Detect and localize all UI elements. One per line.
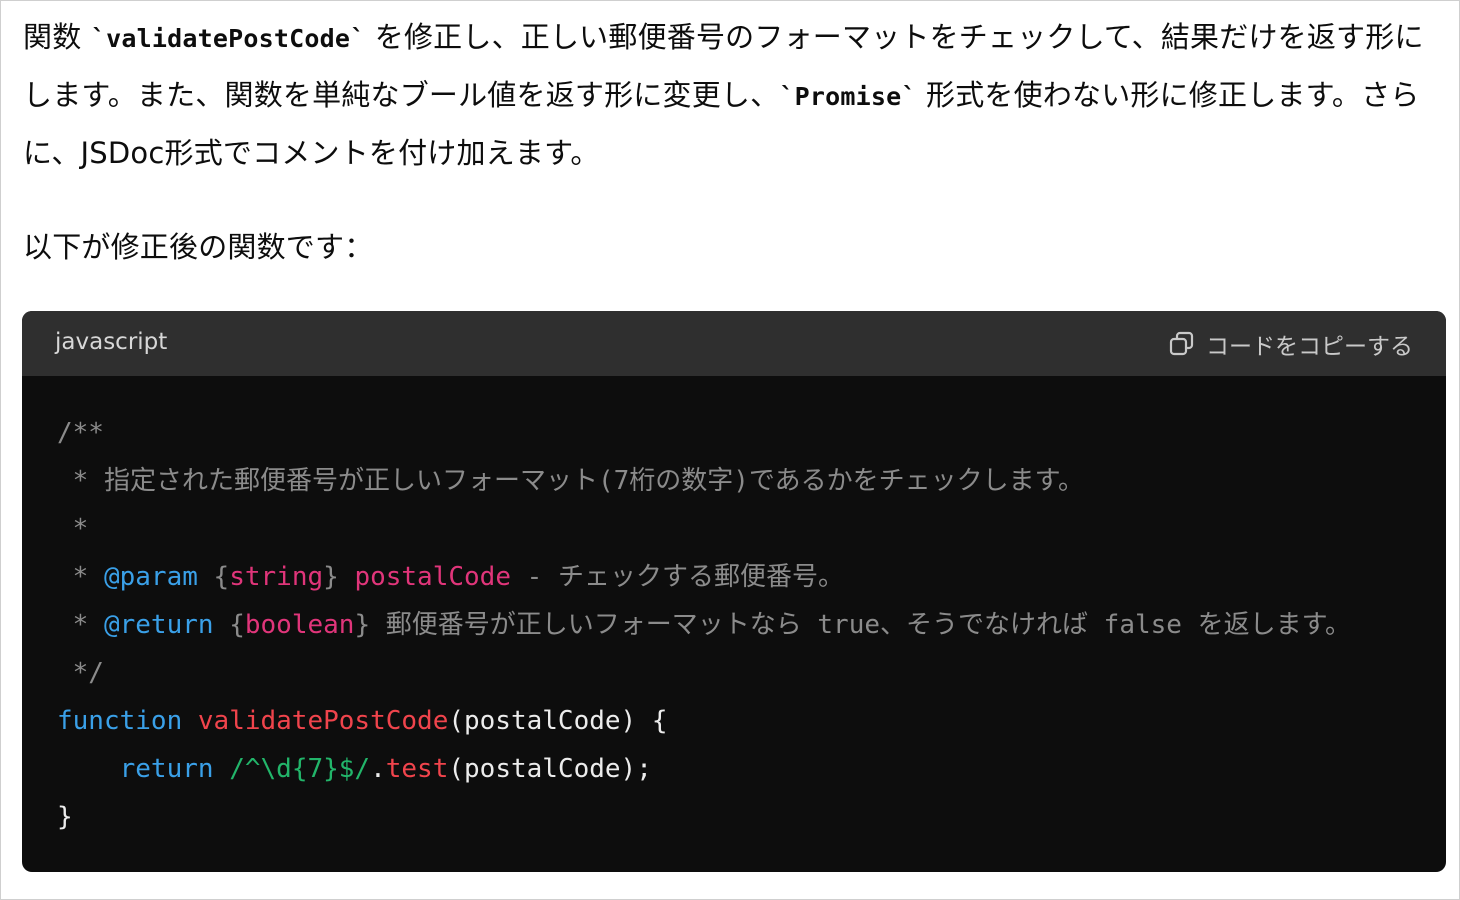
code-content: /** * 指定された郵便番号が正しいフォーマット(7桁の数字)であるかをチェッ…: [57, 409, 1351, 841]
intro-paragraph: 関数 `validatePostCode` を修正し、正しい郵便番号のフォーマッ…: [23, 9, 1438, 181]
code-line-9: }: [57, 802, 73, 832]
jsdoc-return-desc: 郵便番号が正しいフォーマットなら true、そうでなければ false を返しま…: [385, 610, 1351, 640]
jsdoc-param-name: postalCode: [354, 562, 511, 592]
type-brace-close: }: [354, 610, 386, 640]
code-line-7: function validatePostCode(postalCode) {: [57, 706, 668, 736]
code-line-8: return /^\d{7}$/.test(postalCode);: [57, 754, 652, 784]
jsdoc-param-tag: @param: [103, 562, 198, 592]
lead-in-paragraph: 以下が修正後の関数です：: [23, 230, 374, 264]
code-block: javascript コードをコピーする /** * 指定された郵便番号が正しい…: [22, 311, 1446, 872]
comment-star: *: [57, 610, 104, 640]
inline-code-promise: `Promise`: [779, 82, 917, 111]
member-dot: .: [370, 754, 386, 784]
code-line-5: * @return {boolean} 郵便番号が正しいフォーマットなら tru…: [57, 610, 1351, 640]
assistant-message: 関数 `validatePostCode` を修正し、正しい郵便番号のフォーマッ…: [23, 9, 1438, 275]
function-name: validatePostCode: [197, 706, 449, 736]
code-line-3: *: [57, 514, 89, 544]
type-brace-close: }: [323, 562, 355, 592]
keyword-return: return: [119, 754, 214, 784]
comment-star: *: [57, 562, 104, 592]
code-language-label: javascript: [55, 329, 168, 355]
copy-code-button[interactable]: コードをコピーする: [1168, 328, 1413, 360]
function-signature: (postalCode) {: [448, 706, 668, 736]
code-block-header: javascript コードをコピーする: [22, 311, 1446, 376]
regex-literal: /^\d{7}$/: [229, 754, 371, 784]
inline-code-function-name: `validatePostCode`: [90, 24, 366, 53]
jsdoc-return-tag: @return: [103, 610, 214, 640]
copy-icon: [1168, 330, 1196, 358]
jsdoc-type: boolean: [244, 610, 355, 640]
code-line-4: * @param {string} postalCode - チェックする郵便番…: [57, 562, 844, 592]
intro-text-1: 関数: [23, 20, 91, 54]
type-brace-open: {: [197, 562, 230, 592]
keyword-function: function: [57, 706, 183, 736]
copy-code-label: コードをコピーする: [1206, 334, 1413, 360]
method-test: test: [385, 754, 449, 784]
jsdoc-type: string: [229, 562, 324, 592]
jsdoc-param-desc: - チェックする郵便番号。: [510, 562, 844, 592]
type-brace-open: {: [213, 610, 245, 640]
call-args: (postalCode);: [448, 754, 652, 784]
code-line-1: /**: [57, 418, 104, 448]
code-line-6: */: [57, 658, 104, 688]
code-line-2: * 指定された郵便番号が正しいフォーマット(7桁の数字)であるかをチェックします…: [57, 466, 1085, 496]
